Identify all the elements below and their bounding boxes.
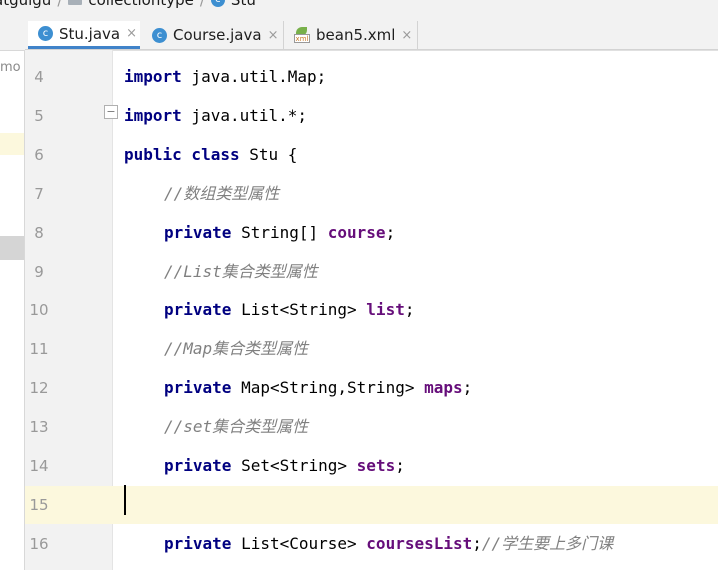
breadcrumb-item-folder[interactable]: collectiontype (88, 0, 193, 9)
tab-stu-java[interactable]: c Stu.java × (28, 21, 140, 49)
keyword-token: public class (124, 144, 240, 164)
field-token: course (327, 222, 386, 242)
fold-icon[interactable]: − (104, 105, 118, 119)
line-number: 8 (34, 223, 44, 242)
tab-label: bean5.xml (316, 26, 396, 44)
breadcrumb-separator: / (57, 0, 63, 9)
code-token: ; (462, 378, 473, 398)
line-number: 4 (34, 68, 44, 86)
editor-tab-bar: c Stu.java × c Course.java × xml bean5.x… (25, 14, 718, 50)
project-panel-highlight (0, 133, 24, 155)
keyword-token: private (164, 222, 232, 242)
code-line[interactable]: private List<String> list; (124, 300, 414, 320)
keyword-token: import (124, 105, 182, 125)
close-icon[interactable]: × (401, 28, 412, 43)
line-number: 13 (29, 418, 49, 437)
line-number: 16 (29, 534, 49, 553)
code-line[interactable]: import java.util.Map; (124, 67, 326, 87)
project-panel[interactable] (0, 14, 25, 570)
code-token: List<String> (231, 300, 367, 320)
breadcrumb-item-package[interactable]: atguigu (0, 0, 51, 9)
java-class-icon: c (152, 27, 167, 43)
code-line[interactable]: private String[] course; (124, 223, 395, 243)
keyword-token: import (124, 67, 182, 86)
close-icon[interactable]: × (268, 28, 279, 43)
code-line[interactable]: private List<Course> coursesList;//学生要上多… (124, 534, 613, 554)
code-token: Map<String,String> (231, 378, 425, 398)
code-line[interactable]: //Map集合类型属性 (124, 339, 308, 359)
code-line[interactable]: //List集合类型属性 (124, 262, 318, 282)
code-token: ; (385, 222, 396, 242)
breadcrumb: atguigu / collectiontype / c Stu (0, 0, 718, 14)
breadcrumb-separator: / (199, 0, 205, 9)
code-line[interactable]: private Set<String> sets; (124, 456, 405, 476)
code-token: Stu { (239, 144, 298, 164)
code-token: java.util.*; (181, 105, 308, 125)
keyword-token: private (164, 533, 232, 553)
code-token: ; (472, 533, 482, 553)
code-line[interactable]: public class Stu { (124, 145, 297, 165)
code-line[interactable]: //数组类型属性 (124, 184, 279, 204)
code-token: String[] (231, 222, 328, 242)
project-panel-label: mo (0, 60, 21, 75)
comment-token: //set集合类型属性 (164, 417, 309, 437)
line-number: 7 (34, 184, 44, 203)
code-line[interactable]: //set集合类型属性 (124, 417, 308, 437)
folder-icon (68, 0, 83, 5)
current-line-highlight (113, 485, 718, 524)
code-token: Set<String> (231, 456, 357, 475)
code-token: ; (404, 300, 415, 320)
line-number: 15 (29, 495, 49, 514)
field-token: coursesList (366, 533, 473, 553)
field-token: maps (424, 378, 463, 398)
project-panel-selected-row[interactable] (0, 236, 24, 260)
java-class-icon: c (38, 26, 53, 41)
tab-label: Stu.java (59, 24, 121, 43)
tab-label: Course.java (173, 26, 262, 44)
comment-token: //List集合类型属性 (164, 261, 318, 281)
field-token: list (366, 300, 405, 320)
close-icon[interactable]: × (126, 26, 137, 41)
tab-course-java[interactable]: c Course.java × (142, 21, 284, 49)
java-class-icon: c (210, 0, 225, 7)
line-number: 6 (34, 145, 44, 164)
comment-token: //Map集合类型属性 (164, 339, 309, 359)
code-line[interactable]: import java.util.*; (124, 106, 307, 126)
project-panel-header (0, 14, 25, 51)
editor-divider (113, 50, 718, 51)
code-token: List<Course> (231, 533, 367, 553)
code-token: ; (395, 456, 405, 475)
keyword-token: private (164, 378, 232, 398)
line-number: 10 (29, 301, 49, 320)
spring-xml-icon: xml (294, 27, 310, 43)
line-number: 9 (34, 262, 44, 281)
keyword-token: private (164, 456, 232, 475)
keyword-token: private (164, 300, 232, 320)
code-line[interactable]: private Map<String,String> maps; (124, 378, 472, 398)
field-token: sets (356, 456, 396, 475)
breadcrumb-item-class[interactable]: Stu (231, 0, 256, 9)
text-caret (124, 485, 126, 515)
comment-token: //学生要上多门课 (481, 533, 614, 553)
line-number: 5 (34, 106, 44, 125)
line-number: 14 (29, 457, 49, 475)
line-number: 11 (29, 340, 49, 359)
tab-bean5-xml[interactable]: xml bean5.xml × (284, 21, 418, 49)
line-number: 12 (29, 379, 49, 398)
code-token: java.util.Map; (181, 67, 327, 86)
comment-token: //数组类型属性 (164, 183, 280, 203)
